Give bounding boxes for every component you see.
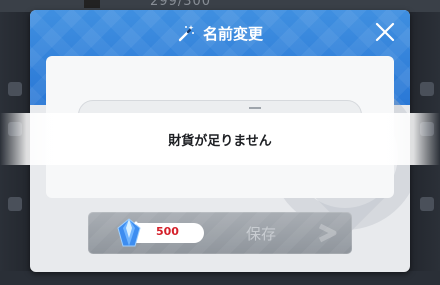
- dialog-title-wrap: 名前変更: [30, 22, 410, 44]
- dialog-title: 名前変更: [202, 24, 263, 43]
- background-icon: [420, 197, 434, 211]
- background-badge: [84, 0, 100, 8]
- toast-message: 財貨が足りません: [168, 133, 272, 149]
- insufficient-funds-toast: 財貨が足りません: [0, 113, 440, 165]
- name-input-caret: [249, 107, 261, 109]
- background-bottom-bar: [0, 271, 440, 285]
- background-icon: [8, 197, 22, 211]
- save-label: 保存: [246, 225, 277, 243]
- close-icon[interactable]: [374, 21, 396, 43]
- cost-value: 500: [156, 225, 179, 238]
- magic-wand-icon: [178, 25, 194, 42]
- background-icon: [8, 82, 22, 96]
- blue-gem-icon: [117, 218, 141, 247]
- background-icon: [420, 82, 434, 96]
- background-counter: 299/300: [150, 0, 212, 9]
- arrow-right-icon: [318, 223, 337, 243]
- save-button[interactable]: 500 保存: [88, 212, 352, 254]
